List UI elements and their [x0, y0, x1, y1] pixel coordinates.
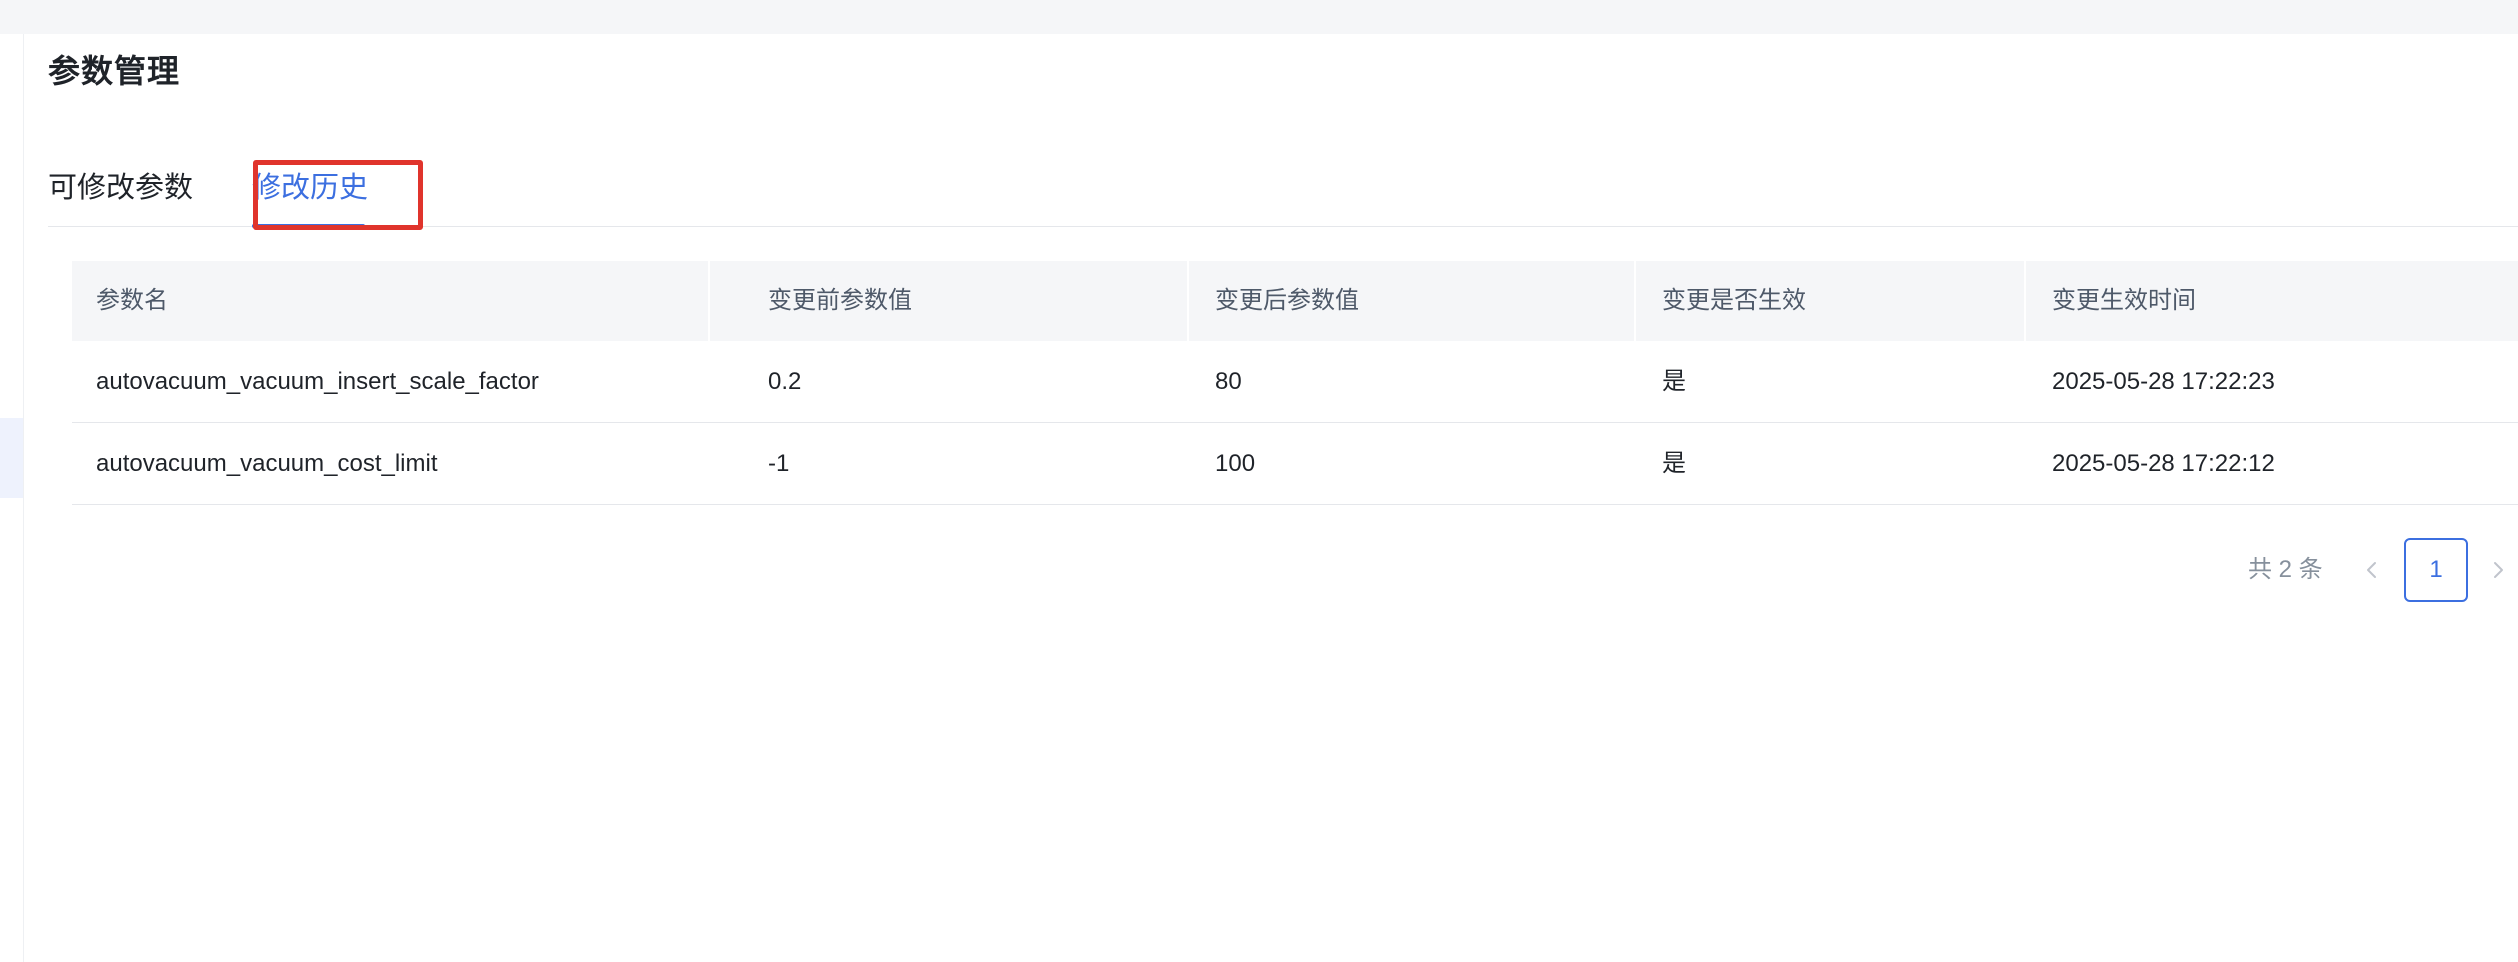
cell-param-name: autovacuum_vacuum_cost_limit [96, 450, 438, 477]
column-divider [1187, 261, 1189, 341]
chevron-left-icon [2367, 562, 2376, 578]
pagination-page-button[interactable]: 1 [2404, 538, 2468, 602]
column-divider [2024, 261, 2026, 341]
table-row: autovacuum_vacuum_cost_limit -1 100 是 20… [72, 423, 2518, 505]
pagination-prev-button[interactable] [2352, 538, 2392, 602]
column-header-old-value: 变更前参数值 [768, 287, 912, 314]
cell-param-name: autovacuum_vacuum_insert_scale_factor [96, 368, 539, 395]
column-header-param-name: 参数名 [96, 287, 168, 314]
sidebar-active-indicator[interactable] [0, 418, 23, 498]
pagination-next-button[interactable] [2478, 538, 2518, 602]
pagination-total: 共 2 条 [2248, 556, 2323, 583]
cell-new-value: 100 [1215, 450, 1256, 477]
pagination: 共 2 条 1 [2240, 538, 2518, 602]
cell-effective: 是 [1662, 368, 1686, 395]
column-header-effective: 变更是否生效 [1662, 287, 1806, 314]
top-band [0, 0, 2518, 34]
cell-effective-time: 2025-05-28 17:22:23 [2052, 368, 2275, 395]
cell-new-value: 80 [1215, 368, 1242, 395]
cell-old-value: -1 [768, 450, 790, 477]
page-title: 参数管理 [48, 53, 181, 89]
table-row: autovacuum_vacuum_insert_scale_factor 0.… [72, 341, 2518, 423]
column-divider [1634, 261, 1636, 341]
cell-effective-time: 2025-05-28 17:22:12 [2052, 450, 2275, 477]
cell-old-value: 0.2 [768, 368, 802, 395]
highlight-annotation-box [253, 160, 423, 230]
table-header: 参数名 变更前参数值 变更后参数值 变更是否生效 变更生效时间 [72, 261, 2518, 341]
column-header-new-value: 变更后参数值 [1215, 287, 1359, 314]
chevron-right-icon [2494, 562, 2503, 578]
cell-effective: 是 [1662, 450, 1686, 477]
column-header-effective-time: 变更生效时间 [2052, 287, 2196, 314]
tab-editable-params[interactable]: 可修改参数 [48, 164, 193, 206]
history-table: 参数名 变更前参数值 变更后参数值 变更是否生效 变更生效时间 autovacu… [72, 261, 2518, 505]
left-sidebar [0, 34, 24, 962]
column-divider [708, 261, 710, 341]
